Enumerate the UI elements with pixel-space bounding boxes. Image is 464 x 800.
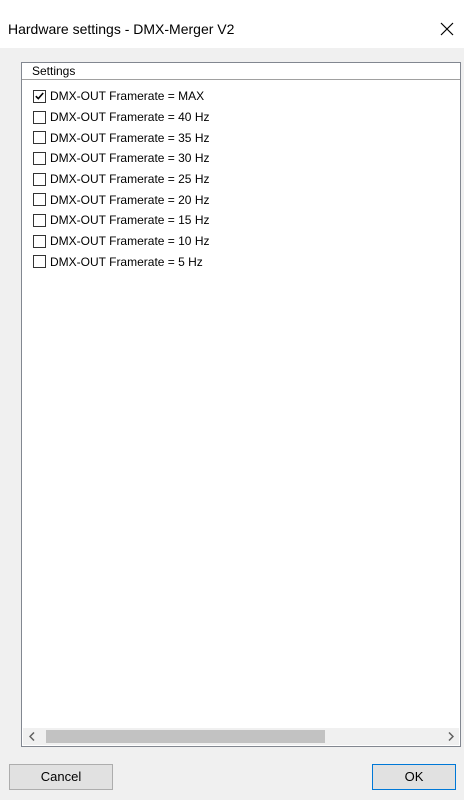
checkbox[interactable] <box>33 234 46 248</box>
chevron-right-icon <box>447 732 454 741</box>
checkbox[interactable] <box>33 151 46 165</box>
checkbox[interactable] <box>33 131 46 145</box>
list-item-label: DMX-OUT Framerate = 5 Hz <box>50 254 203 269</box>
scroll-left-button[interactable] <box>23 728 40 745</box>
list-item[interactable]: DMX-OUT Framerate = 20 Hz <box>22 189 460 210</box>
list-item-label: DMX-OUT Framerate = 40 Hz <box>50 110 210 125</box>
checkbox[interactable] <box>33 255 46 269</box>
list-column-header[interactable]: Settings <box>22 63 460 80</box>
list-item[interactable]: DMX-OUT Framerate = 40 Hz <box>22 107 460 128</box>
checkbox[interactable] <box>33 193 46 207</box>
settings-list-panel: Settings DMX-OUT Framerate = MAX DMX-OUT … <box>21 62 461 747</box>
list-item[interactable]: DMX-OUT Framerate = 30 Hz <box>22 148 460 169</box>
list-item[interactable]: DMX-OUT Framerate = MAX <box>22 86 460 107</box>
checkmark-icon <box>35 92 44 101</box>
column-header-label: Settings <box>32 64 76 78</box>
list-item[interactable]: DMX-OUT Framerate = 10 Hz <box>22 231 460 252</box>
checkbox[interactable] <box>33 172 46 186</box>
window-title: Hardware settings - DMX-Merger V2 <box>8 21 235 37</box>
scrollbar-thumb[interactable] <box>46 730 325 743</box>
list-item-label: DMX-OUT Framerate = 20 Hz <box>50 192 210 207</box>
checkbox[interactable] <box>33 213 46 227</box>
checkbox[interactable] <box>33 89 46 103</box>
list-item-label: DMX-OUT Framerate = 10 Hz <box>50 234 210 249</box>
settings-list: DMX-OUT Framerate = MAX DMX-OUT Framerate… <box>22 86 460 272</box>
title-bar: Hardware settings - DMX-Merger V2 <box>0 0 464 48</box>
list-item-label: DMX-OUT Framerate = 30 Hz <box>50 151 210 166</box>
list-item-label: DMX-OUT Framerate = 25 Hz <box>50 172 210 187</box>
list-item-label: DMX-OUT Framerate = 15 Hz <box>50 213 210 228</box>
list-item-label: DMX-OUT Framerate = 35 Hz <box>50 130 210 145</box>
checkbox[interactable] <box>33 110 46 124</box>
cancel-button[interactable]: Cancel <box>9 764 113 790</box>
horizontal-scrollbar[interactable] <box>23 728 459 745</box>
ok-button[interactable]: OK <box>372 764 456 790</box>
list-item-label: DMX-OUT Framerate = MAX <box>50 89 205 104</box>
list-item[interactable]: DMX-OUT Framerate = 35 Hz <box>22 127 460 148</box>
hardware-settings-dialog: Hardware settings - DMX-Merger V2 Settin… <box>0 0 464 800</box>
close-icon <box>440 22 454 36</box>
scroll-right-button[interactable] <box>442 728 459 745</box>
list-item[interactable]: DMX-OUT Framerate = 5 Hz <box>22 252 460 273</box>
close-button[interactable] <box>430 14 464 44</box>
list-item[interactable]: DMX-OUT Framerate = 15 Hz <box>22 210 460 231</box>
list-item[interactable]: DMX-OUT Framerate = 25 Hz <box>22 169 460 190</box>
chevron-left-icon <box>28 732 35 741</box>
